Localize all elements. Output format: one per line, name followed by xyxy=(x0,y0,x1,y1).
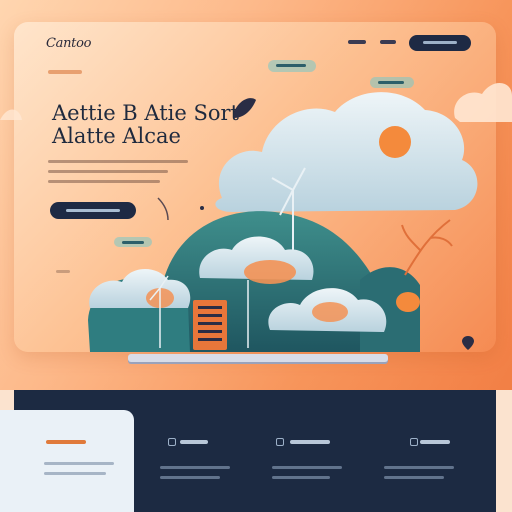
feature-line-2b xyxy=(272,476,330,479)
footer-card[interactable] xyxy=(0,410,134,512)
building-icon xyxy=(193,300,227,350)
landing-page: Cantoo Aettie B Atie Sort Alatte Alcae xyxy=(0,0,512,512)
feature-icon-1 xyxy=(168,438,176,446)
footer-card-line-1 xyxy=(44,462,114,465)
feature-line-3a xyxy=(384,466,454,469)
sun-icon xyxy=(379,126,411,158)
feature-icon-3 xyxy=(410,438,418,446)
feature-title-3 xyxy=(420,440,450,444)
feather-icon xyxy=(157,197,169,221)
feature-title-1 xyxy=(180,440,208,444)
feature-line-3b xyxy=(384,476,444,479)
feature-line-1b xyxy=(160,476,220,479)
feature-icon-2 xyxy=(276,438,284,446)
feature-line-1a xyxy=(160,466,230,469)
location-pin-icon xyxy=(462,336,474,350)
footer-card-line-2 xyxy=(44,472,106,475)
large-cloud xyxy=(215,92,478,212)
branch-icon xyxy=(401,219,453,276)
footer-card-title xyxy=(46,440,86,444)
leaf-icon xyxy=(234,98,256,118)
feature-title-2 xyxy=(290,440,330,444)
laptop-base xyxy=(128,354,388,362)
feature-line-2a xyxy=(272,466,342,469)
